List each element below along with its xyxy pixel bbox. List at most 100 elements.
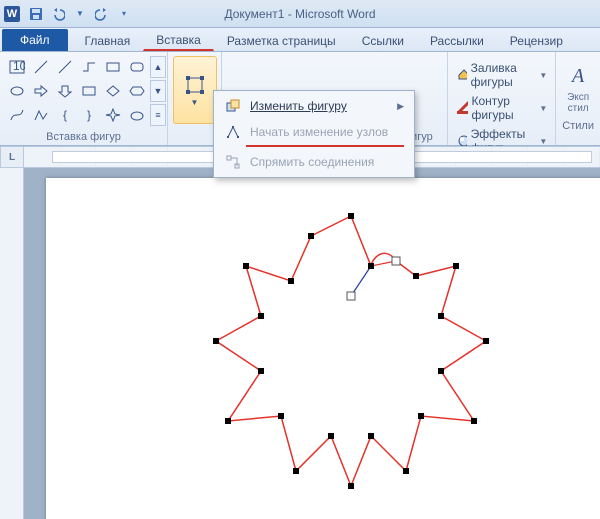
textbox-icon: 10: [9, 60, 25, 74]
change-shape-icon: [224, 97, 242, 115]
tab-review[interactable]: Рецензир: [497, 29, 576, 51]
shape-connector[interactable]: [78, 56, 100, 78]
shape-rect[interactable]: [102, 56, 124, 78]
star-shape[interactable]: [196, 196, 506, 506]
menu-straighten-label: Спрямить соединения: [250, 155, 374, 169]
lbrace-icon: {: [63, 108, 67, 122]
tab-mailings[interactable]: Рассылки: [417, 29, 497, 51]
shape-oval[interactable]: [6, 80, 28, 102]
outline-icon: [456, 100, 468, 116]
shapes-gallery[interactable]: 10 { }: [6, 56, 148, 126]
shapes-group-label: Вставка фигур: [6, 129, 161, 143]
arrow-right-icon: [33, 84, 49, 98]
redo-icon: [95, 7, 109, 21]
edit-shape-button[interactable]: ▼: [173, 56, 217, 124]
menu-underline-marker: [246, 145, 404, 147]
gallery-scroll: ▲ ▼ ≡: [150, 56, 166, 126]
ribbon: 10 { } ▲ ▼: [0, 52, 600, 146]
shape-line2[interactable]: [54, 56, 76, 78]
shape-arrow-d[interactable]: [54, 80, 76, 102]
caret-down-icon: ▼: [76, 9, 84, 18]
edit-points-icon: [184, 74, 206, 96]
shape-curve[interactable]: [6, 104, 28, 126]
edit-nodes[interactable]: [213, 213, 489, 489]
ruler-corner[interactable]: L: [0, 146, 24, 168]
star-path[interactable]: [216, 216, 486, 486]
undo-button[interactable]: [48, 5, 68, 23]
diamond-icon: [105, 84, 121, 98]
star4-icon: [105, 108, 121, 122]
gallery-scroll-down[interactable]: ▼: [150, 80, 166, 102]
roundrect-icon: [129, 60, 145, 74]
titlebar: W ▼ ▾ Документ1 - Microsoft Word: [0, 0, 600, 28]
shape-flow2[interactable]: [102, 80, 124, 102]
rect-icon: [105, 60, 121, 74]
file-tab[interactable]: Файл: [2, 29, 68, 51]
gallery-expand[interactable]: ≡: [150, 104, 166, 126]
window-title: Документ1 - Microsoft Word: [224, 7, 375, 21]
shape-fill-button[interactable]: Заливка фигуры ▼: [454, 60, 550, 90]
menu-change-shape[interactable]: Изменить фигуру ▶: [216, 93, 412, 119]
shape-hex[interactable]: [126, 80, 148, 102]
shape-flow1[interactable]: [78, 80, 100, 102]
shape-cloud[interactable]: [126, 104, 148, 126]
shape-style-options: Заливка фигуры ▼ Контур фигуры ▼ Эффекты…: [448, 52, 557, 145]
ribbon-tabs: Файл Главная Вставка Разметка страницы С…: [0, 28, 600, 52]
shape-roundrect[interactable]: [126, 56, 148, 78]
save-button[interactable]: [26, 5, 46, 23]
tab-page-layout[interactable]: Разметка страницы: [214, 29, 349, 51]
shape-star4[interactable]: [102, 104, 124, 126]
shape-textbox[interactable]: 10: [6, 56, 28, 78]
edit-shape-group: ▼ Изменить фигуру ▶ Начать изменение узл…: [168, 52, 222, 145]
edit-shape-menu: Изменить фигуру ▶ Начать изменение узлов…: [213, 90, 415, 178]
wordart-label: Эксп стил: [562, 92, 594, 114]
menu-straighten: Спрямить соединения: [216, 149, 412, 175]
shape-rbrace[interactable]: }: [78, 104, 100, 126]
caret-down-icon: ▼: [191, 98, 199, 107]
shapes-group: 10 { } ▲ ▼: [0, 52, 168, 145]
shape-free[interactable]: [30, 104, 52, 126]
line-icon: [33, 59, 49, 75]
undo-more-button[interactable]: ▼: [70, 5, 90, 23]
submenu-arrow-icon: ▶: [397, 101, 404, 112]
tab-home[interactable]: Главная: [72, 29, 144, 51]
document-area[interactable]: [24, 168, 600, 519]
shape-outline-label: Контур фигуры: [472, 94, 534, 122]
bezier-handle[interactable]: [347, 292, 355, 300]
shape-line[interactable]: [30, 56, 52, 78]
caret-down-icon: ▼: [539, 71, 547, 80]
arrow-down-icon: [57, 84, 73, 98]
menu-edit-points[interactable]: Начать изменение узлов: [216, 119, 412, 145]
svg-text:10: 10: [13, 60, 25, 73]
app-icon: W: [4, 6, 20, 22]
wordart-group-label: Стили: [562, 118, 594, 132]
curve-icon: [9, 108, 25, 122]
edit-points-icon: [224, 123, 242, 141]
freeform-icon: [33, 108, 49, 122]
caret-down-icon: ▾: [122, 9, 126, 18]
page[interactable]: [46, 178, 600, 519]
vertical-ruler[interactable]: [0, 168, 24, 519]
menu-change-shape-label: Изменить фигуру: [250, 99, 347, 113]
shape-fill-label: Заливка фигуры: [471, 61, 534, 89]
undo-icon: [51, 7, 65, 21]
tab-insert[interactable]: Вставка: [143, 29, 214, 51]
fill-icon: [456, 67, 467, 83]
menu-edit-points-label: Начать изменение узлов: [250, 125, 388, 139]
flow-icon: [81, 84, 97, 98]
save-icon: [29, 7, 43, 21]
wordart-group: A Эксп стил Стили: [556, 52, 600, 145]
bezier-handle[interactable]: [392, 257, 400, 265]
rbrace-icon: }: [87, 108, 91, 122]
caret-down-icon: ▼: [539, 137, 547, 146]
gallery-scroll-up[interactable]: ▲: [150, 56, 166, 78]
shape-outline-button[interactable]: Контур фигуры ▼: [454, 93, 550, 123]
hexagon-icon: [129, 84, 145, 98]
wordart-icon[interactable]: A: [572, 65, 584, 88]
shape-arrow-r[interactable]: [30, 80, 52, 102]
redo-button[interactable]: [92, 5, 112, 23]
shape-lbrace[interactable]: {: [54, 104, 76, 126]
connector-icon: [81, 59, 97, 75]
qat-customize-button[interactable]: ▾: [114, 5, 134, 23]
tab-references[interactable]: Ссылки: [349, 29, 417, 51]
